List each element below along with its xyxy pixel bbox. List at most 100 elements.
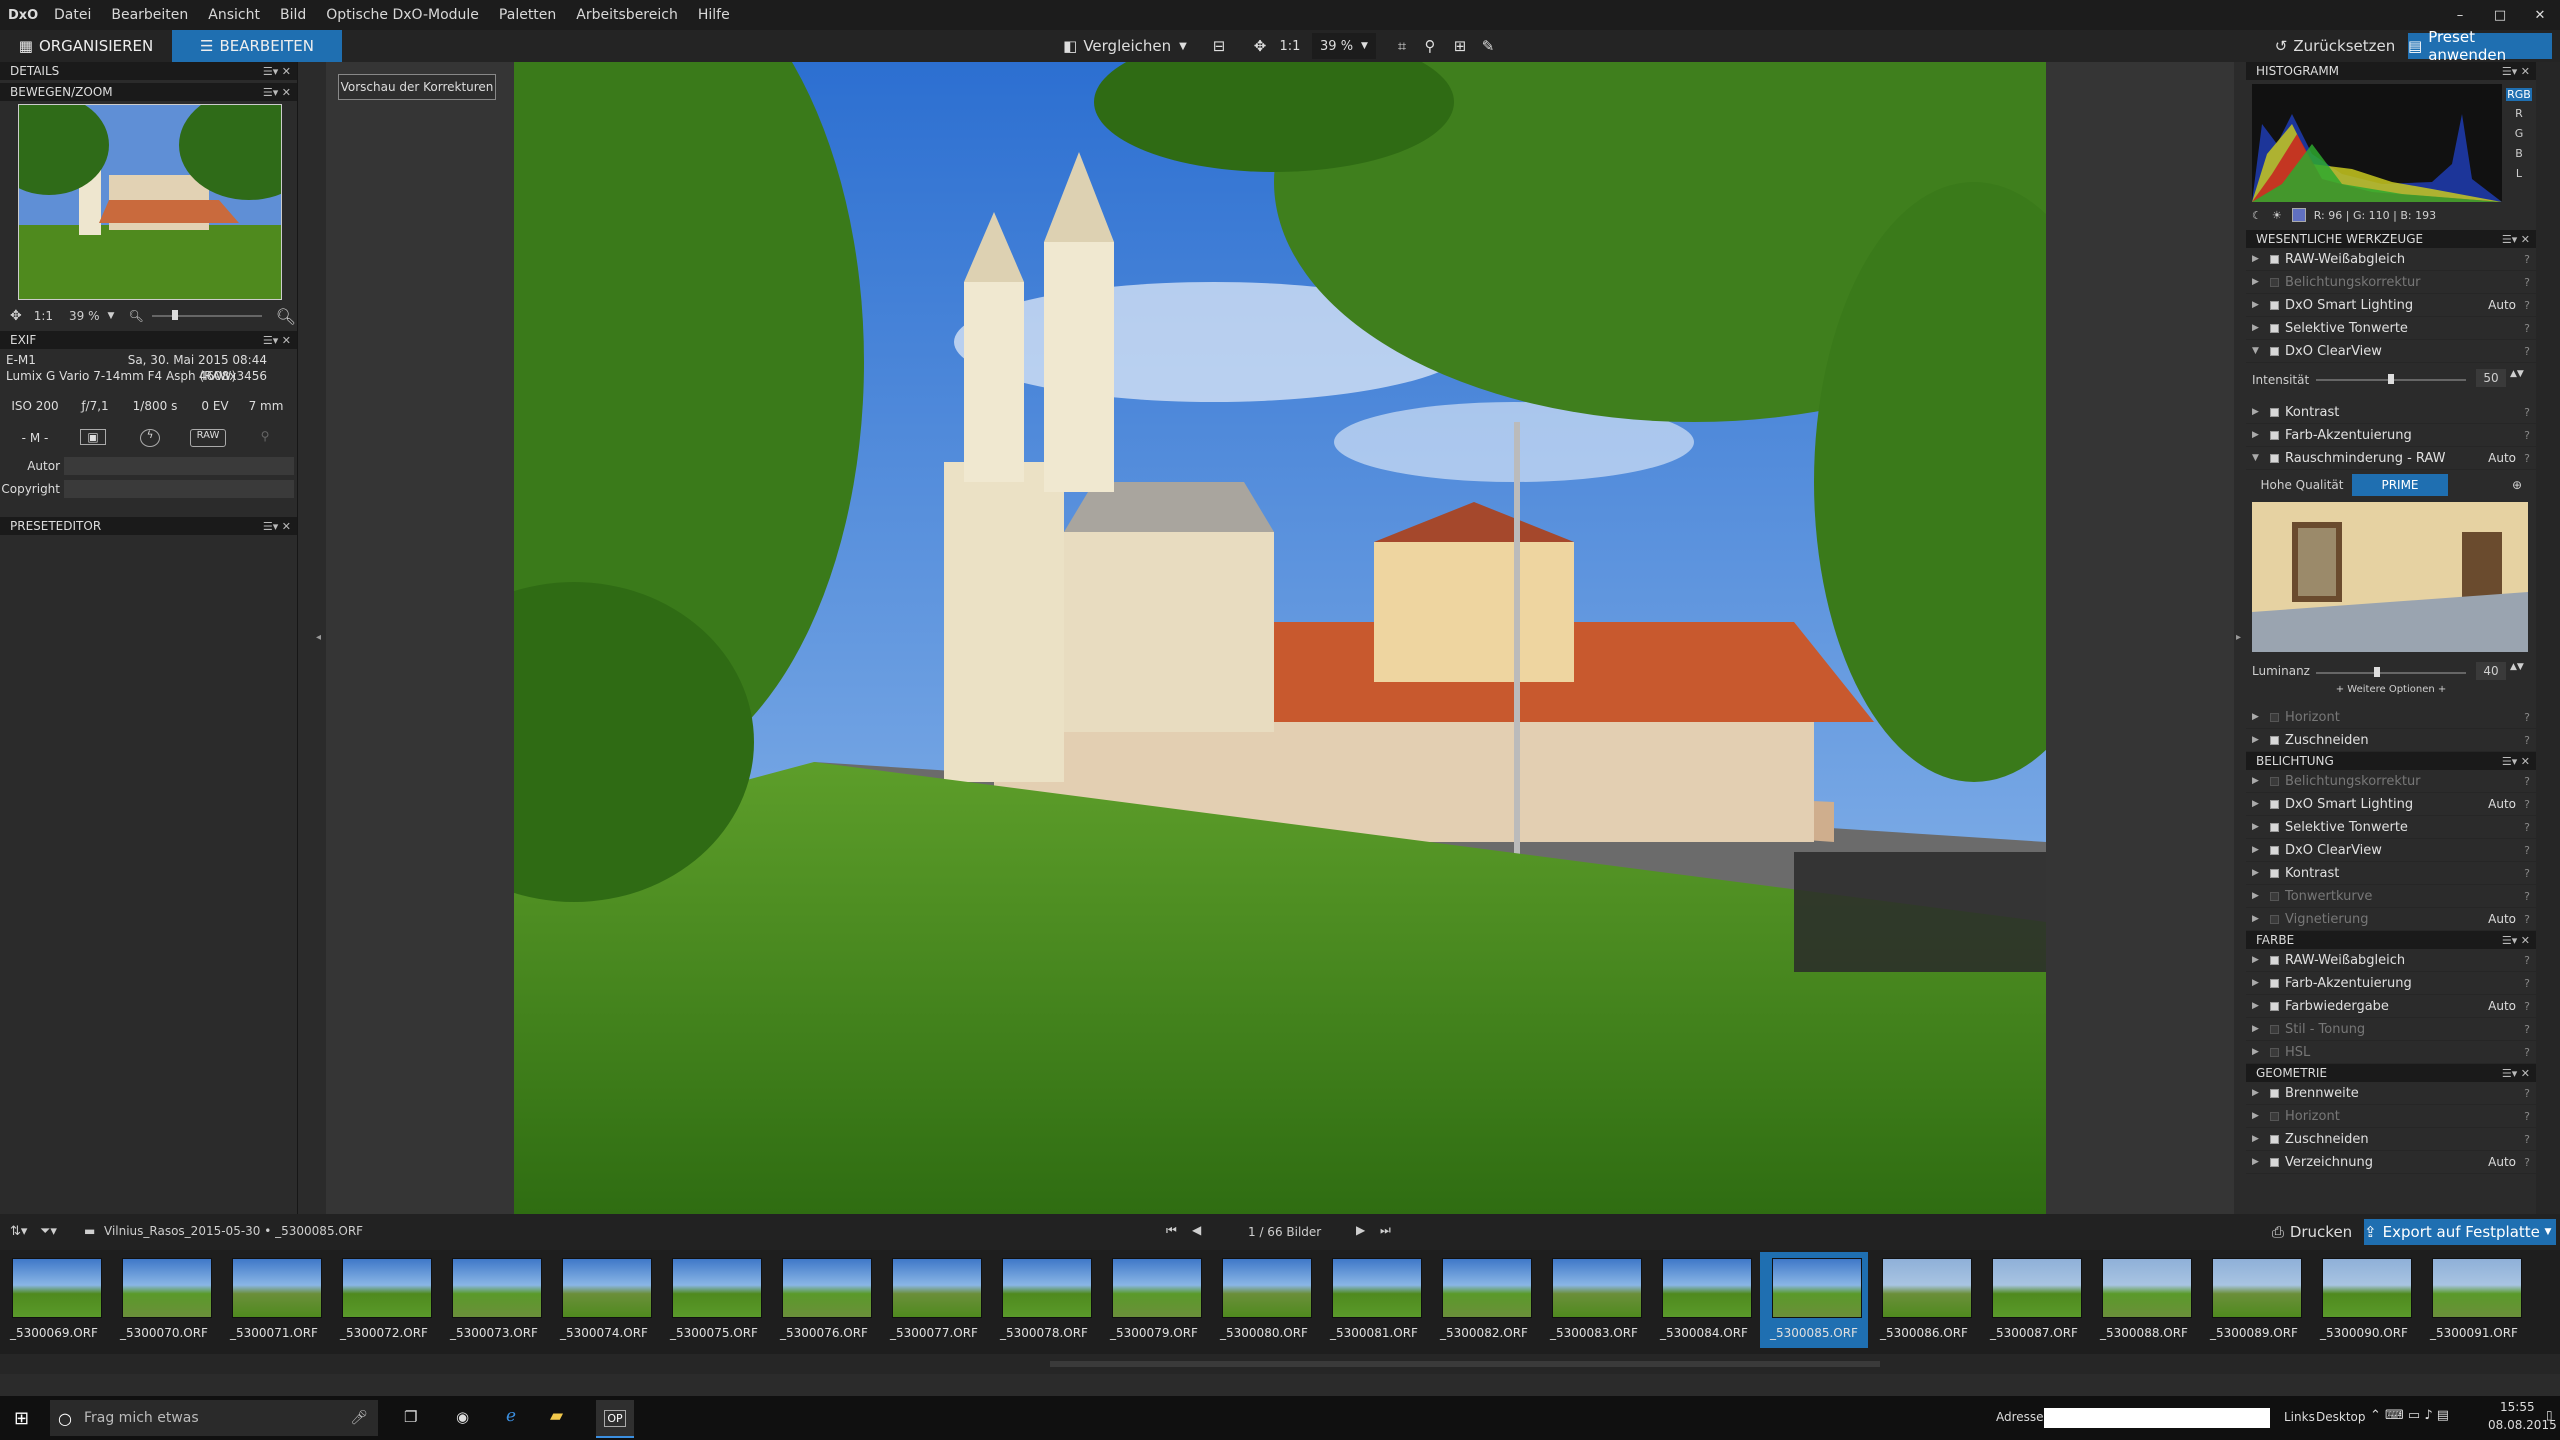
essential-tools-header[interactable]: WESENTLICHE WERKZEUGE ☰▾ ✕ — [2246, 230, 2536, 248]
luminance-value[interactable]: 40 — [2476, 662, 2506, 680]
channel-b[interactable]: B — [2506, 147, 2532, 160]
panel-menu-icon[interactable]: ☰▾ ✕ — [263, 520, 291, 533]
collapsed-arrow-icon[interactable]: ▶ — [2252, 1001, 2264, 1011]
collapse-left-icon[interactable]: ◂ — [316, 632, 321, 643]
help-icon[interactable]: ? — [2524, 977, 2530, 990]
thumbnail[interactable]: _5300071.ORF — [220, 1252, 328, 1348]
menu-bearbeiten[interactable]: Bearbeiten — [101, 7, 198, 23]
filmstrip-scrollbar[interactable] — [0, 1354, 2560, 1374]
close-button[interactable]: ✕ — [2520, 8, 2560, 23]
collapsed-arrow-icon[interactable]: ▶ — [2252, 1088, 2264, 1098]
thumbnail[interactable]: _5300085.ORF — [1760, 1252, 1868, 1348]
tool-row[interactable]: ▶ Farb-Akzentuierung? — [2246, 424, 2536, 447]
slider-handle[interactable] — [2373, 667, 2380, 677]
eyedropper-button[interactable]: ⚲ — [1420, 33, 1440, 59]
help-icon[interactable]: ? — [2524, 867, 2530, 880]
notification-icon[interactable]: ▯ — [2546, 1408, 2553, 1422]
help-icon[interactable]: ? — [2524, 322, 2530, 335]
help-icon[interactable]: ? — [2524, 798, 2530, 811]
thumbnail[interactable]: _5300086.ORF — [1870, 1252, 1978, 1348]
help-icon[interactable]: ? — [2524, 821, 2530, 834]
thumbnail[interactable]: _5300087.ORF — [1980, 1252, 2088, 1348]
sun-icon[interactable]: ☀ — [2272, 209, 2282, 222]
collapsed-arrow-icon[interactable]: ▶ — [2252, 891, 2264, 901]
preview-corrections-button[interactable]: Vorschau der Korrekturen — [338, 74, 496, 100]
menu-hilfe[interactable]: Hilfe — [688, 7, 740, 23]
tool-row[interactable]: ▶ Zuschneiden? — [2246, 1128, 2536, 1151]
help-icon[interactable]: ? — [2524, 711, 2530, 724]
navigator-preview[interactable] — [18, 104, 282, 300]
move-zoom-header[interactable]: BEWEGEN/ZOOM ☰▾ ✕ — [0, 83, 297, 101]
print-button[interactable]: ⎙ Drucken — [2262, 1219, 2362, 1245]
minimize-button[interactable]: – — [2440, 8, 2480, 23]
zoom-1to1-button[interactable]: 1:1 — [1276, 33, 1304, 59]
collapsed-arrow-icon[interactable]: ▶ — [2252, 955, 2264, 965]
links-toolbar[interactable]: Links — [2284, 1410, 2315, 1424]
collapsed-arrow-icon[interactable]: ▶ — [2252, 868, 2264, 878]
tool-row[interactable]: ▶ DxO ClearView? — [2246, 839, 2536, 862]
tool-enable-checkbox[interactable] — [2270, 1134, 2279, 1144]
help-icon[interactable]: ? — [2524, 913, 2530, 926]
help-icon[interactable]: ? — [2524, 1046, 2530, 1059]
microphone-icon[interactable]: 🎤︎ — [350, 1410, 368, 1426]
windows-start-icon[interactable]: ⊞ — [14, 1408, 29, 1429]
thumbnail[interactable]: _5300070.ORF — [110, 1252, 218, 1348]
prev-image-icon[interactable]: ◀ — [1192, 1223, 1201, 1237]
color-header[interactable]: FARBE ☰▾ ✕ — [2246, 931, 2536, 949]
tool-row[interactable]: ▶ Selektive Tonwerte? — [2246, 317, 2536, 340]
tool-row[interactable]: ▶ DxO Smart Lighting Auto? — [2246, 793, 2536, 816]
menu-ansicht[interactable]: Ansicht — [198, 7, 270, 23]
collapsed-arrow-icon[interactable]: ▶ — [2252, 914, 2264, 924]
tool-enable-checkbox[interactable] — [2270, 254, 2279, 264]
thumbnail[interactable]: _5300077.ORF — [880, 1252, 988, 1348]
chevron-down-icon[interactable]: ▼ — [108, 311, 115, 321]
collapse-right-icon[interactable]: ▸ — [2236, 632, 2241, 643]
menu-paletten[interactable]: Paletten — [489, 7, 566, 23]
tool-row[interactable]: ▶ RAW-Weißabgleich? — [2246, 248, 2536, 271]
tool-row[interactable]: ▶ Verzeichnung Auto? — [2246, 1151, 2536, 1174]
collapsed-arrow-icon[interactable]: ▶ — [2252, 1134, 2264, 1144]
help-icon[interactable]: ? — [2524, 1133, 2530, 1146]
help-icon[interactable]: ? — [2524, 345, 2530, 358]
tool-row[interactable]: ▶ Farb-Akzentuierung? — [2246, 972, 2536, 995]
nr-prime-button[interactable]: PRIME — [2352, 474, 2448, 496]
panel-menu-icon[interactable]: ☰▾ ✕ — [2502, 233, 2530, 246]
move-icon[interactable]: ✥ — [10, 308, 22, 324]
tool-enable-checkbox[interactable] — [2270, 300, 2279, 310]
address-input[interactable] — [2044, 1408, 2270, 1428]
right-panel-scrollbar[interactable] — [2536, 62, 2560, 1214]
thumbnail[interactable]: _5300089.ORF — [2200, 1252, 2308, 1348]
help-icon[interactable]: ? — [2524, 844, 2530, 857]
app-icon[interactable]: ◉ — [456, 1408, 469, 1426]
nr-high-quality-button[interactable]: Hohe Qualität — [2252, 474, 2352, 496]
tool-enable-checkbox[interactable] — [2270, 868, 2279, 878]
filter-icon[interactable]: ⏷▾ — [40, 1224, 57, 1239]
panel-menu-icon[interactable]: ☰▾ ✕ — [2502, 65, 2530, 78]
last-image-icon[interactable]: ⏭ — [1380, 1223, 1391, 1238]
tool-enable-checkbox[interactable] — [2270, 277, 2279, 287]
collapsed-arrow-icon[interactable]: ▶ — [2252, 776, 2264, 786]
tool-enable-checkbox[interactable] — [2270, 453, 2279, 463]
thumbnail[interactable]: _5300088.ORF — [2090, 1252, 2198, 1348]
tool-enable-checkbox[interactable] — [2270, 914, 2279, 924]
collapsed-arrow-icon[interactable]: ▶ — [2252, 822, 2264, 832]
tool-row[interactable]: ▶ DxO Smart Lighting Auto? — [2246, 294, 2536, 317]
tool-enable-checkbox[interactable] — [2270, 822, 2279, 832]
collapsed-arrow-icon[interactable]: ▶ — [2252, 1111, 2264, 1121]
expanded-arrow-icon[interactable]: ▼ — [2252, 453, 2264, 463]
nav-zoom-value[interactable]: 39 % — [69, 309, 100, 323]
collapsed-arrow-icon[interactable]: ▶ — [2252, 323, 2264, 333]
move-tool-button[interactable]: ✥ — [1250, 33, 1270, 59]
collapsed-arrow-icon[interactable]: ▶ — [2252, 254, 2264, 264]
clock-time[interactable]: 15:55 — [2500, 1400, 2535, 1414]
expanded-arrow-icon[interactable]: ▼ — [2252, 346, 2264, 356]
help-icon[interactable]: ? — [2524, 1156, 2530, 1169]
thumbnail[interactable]: _5300082.ORF — [1430, 1252, 1538, 1348]
channel-g[interactable]: G — [2506, 127, 2532, 140]
panel-menu-icon[interactable]: ☰▾ ✕ — [2502, 934, 2530, 947]
details-header[interactable]: DETAILS ☰▾ ✕ — [0, 62, 297, 80]
exif-header[interactable]: EXIF ☰▾ ✕ — [0, 331, 297, 349]
spin-icon[interactable]: ▲▼ — [2510, 662, 2524, 672]
collapsed-arrow-icon[interactable]: ▶ — [2252, 799, 2264, 809]
tool-row[interactable]: ▶ Belichtungskorrektur? — [2246, 271, 2536, 294]
